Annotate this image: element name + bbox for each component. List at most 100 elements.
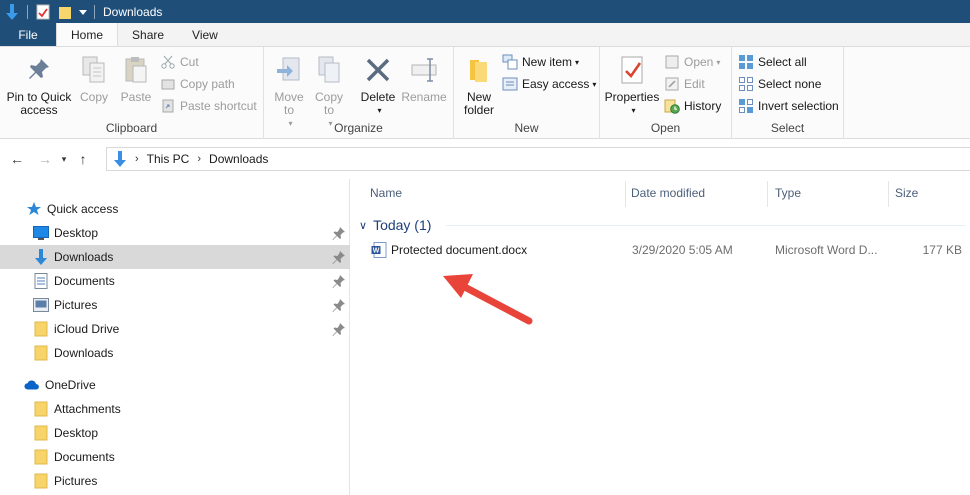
breadcrumb-chevron-icon[interactable]: › (197, 153, 201, 165)
group-header-today[interactable]: ∨ Today (1) (359, 215, 431, 235)
desktop-icon (33, 225, 49, 241)
tab-share[interactable]: Share (118, 23, 178, 46)
column-header-date[interactable]: Date modified (631, 179, 705, 207)
copy-to-icon (313, 53, 345, 87)
tab-file[interactable]: File (0, 23, 56, 46)
nav-item-pictures[interactable]: Pictures (0, 293, 350, 317)
pin-to-quick-access-button[interactable]: Pin to Quick access (6, 53, 72, 117)
select-none-button[interactable]: Select none (738, 74, 821, 94)
nav-item-desktop[interactable]: Desktop (0, 221, 350, 245)
group-divider (446, 225, 966, 226)
history-label: History (684, 99, 722, 113)
pin-icon (23, 53, 55, 87)
paste-button[interactable]: Paste (118, 53, 154, 104)
breadcrumb-this-pc[interactable]: This PC (147, 152, 190, 166)
new-folder-button[interactable]: New folder (460, 53, 498, 117)
column-divider[interactable] (625, 181, 626, 207)
column-header-name[interactable]: Name (370, 179, 402, 207)
pin-icon[interactable] (332, 274, 346, 288)
nav-item-onedrive-desktop[interactable]: Desktop (0, 421, 350, 445)
nav-item-attachments[interactable]: Attachments (0, 397, 350, 421)
title-bar: Downloads (0, 0, 970, 23)
easy-access-button[interactable]: Easy access ▾ (502, 74, 596, 94)
copy-button[interactable]: Copy (78, 53, 110, 104)
properties-icon[interactable] (34, 3, 52, 21)
nav-item-label: Desktop (54, 226, 99, 240)
breadcrumb-downloads[interactable]: Downloads (209, 152, 268, 166)
copy-path-label: Copy path (180, 77, 235, 91)
window-title: Downloads (103, 4, 163, 19)
edit-label: Edit (684, 77, 705, 91)
ribbon-tabs: File Home Share View (0, 23, 970, 47)
history-button[interactable]: History (664, 96, 721, 116)
chevron-down-icon[interactable]: ∨ (359, 219, 367, 232)
new-item-button[interactable]: New item ▾ (502, 52, 579, 72)
folder-icon (33, 449, 49, 465)
properties-chevron-icon: ▾ (631, 106, 636, 115)
address-bar[interactable]: › This PC › Downloads (106, 147, 970, 171)
nav-quick-access[interactable]: Quick access (0, 197, 350, 221)
open-group: Properties ▾ Open ▾ Edit History Open (600, 47, 732, 139)
paste-shortcut-button[interactable]: Paste shortcut (160, 96, 257, 116)
quick-access-toolbar (0, 0, 101, 23)
rename-button[interactable]: Rename (401, 53, 447, 104)
star-icon (26, 201, 42, 217)
easy-access-label: Easy access (522, 77, 590, 91)
column-divider[interactable] (888, 181, 889, 207)
column-header-type[interactable]: Type (775, 179, 801, 207)
nav-item-label: Documents (54, 274, 115, 288)
copy-to-button[interactable]: Copy to ▾ (312, 53, 346, 130)
pin-label: Pin to Quick access (6, 90, 72, 117)
column-header-size[interactable]: Size (895, 179, 918, 207)
file-row[interactable]: W Protected document.docx 3/29/2020 5:05… (351, 239, 970, 261)
properties-button[interactable]: Properties ▾ (604, 53, 660, 117)
nav-item-documents[interactable]: Documents (0, 269, 350, 293)
edit-button[interactable]: Edit (664, 74, 705, 94)
address-row: ← → ▾ ↑ › This PC › Downloads (0, 147, 970, 171)
invert-selection-button[interactable]: Invert selection (738, 96, 839, 116)
tab-view[interactable]: View (178, 23, 232, 46)
delete-button[interactable]: Delete ▾ (360, 53, 396, 117)
nav-item-downloads-folder[interactable]: Downloads (0, 341, 350, 365)
up-arrow-icon[interactable]: ↑ (74, 151, 92, 167)
nav-onedrive[interactable]: OneDrive (0, 373, 350, 397)
new-folder-icon[interactable] (56, 3, 74, 21)
nav-item-onedrive-pictures[interactable]: Pictures (0, 469, 350, 493)
paste-shortcut-icon (160, 98, 176, 114)
easy-access-chevron-icon: ▾ (592, 79, 597, 89)
nav-item-downloads[interactable]: Downloads (0, 245, 350, 269)
folder-icon (33, 321, 49, 337)
customize-chevron-icon[interactable] (78, 3, 88, 21)
address-download-icon (113, 151, 127, 167)
download-arrow-icon[interactable] (3, 3, 21, 21)
history-icon (664, 98, 680, 114)
rename-icon (408, 53, 440, 87)
scissors-icon (160, 54, 176, 70)
column-divider[interactable] (767, 181, 768, 207)
folder-icon (33, 345, 49, 361)
tab-home[interactable]: Home (56, 23, 119, 47)
nav-item-icloud-drive[interactable]: iCloud Drive (0, 317, 350, 341)
breadcrumb-chevron-icon[interactable]: › (135, 153, 139, 165)
open-icon (664, 54, 680, 70)
select-all-button[interactable]: Select all (738, 52, 807, 72)
pin-icon[interactable] (332, 250, 346, 264)
pin-icon[interactable] (332, 298, 346, 312)
open-button[interactable]: Open ▾ (664, 52, 720, 72)
cloud-icon (24, 377, 40, 393)
invert-selection-label: Invert selection (758, 99, 839, 113)
pin-icon[interactable] (332, 322, 346, 336)
open-chevron-icon: ▾ (716, 57, 721, 67)
properties-check-icon (616, 53, 648, 87)
back-arrow-icon[interactable]: ← (8, 151, 26, 167)
clipboard-group: Pin to Quick access Copy Paste Cut Copy … (0, 47, 264, 139)
copy-path-icon (160, 76, 176, 92)
recent-locations-chevron-icon[interactable]: ▾ (58, 154, 70, 165)
copy-path-button[interactable]: Copy path (160, 74, 235, 94)
pin-icon[interactable] (332, 226, 346, 240)
move-to-button[interactable]: Move to ▾ (272, 53, 306, 130)
nav-item-onedrive-documents[interactable]: Documents (0, 445, 350, 469)
documents-icon (33, 273, 49, 289)
cut-button[interactable]: Cut (160, 52, 199, 72)
forward-arrow-icon[interactable]: → (36, 151, 54, 167)
